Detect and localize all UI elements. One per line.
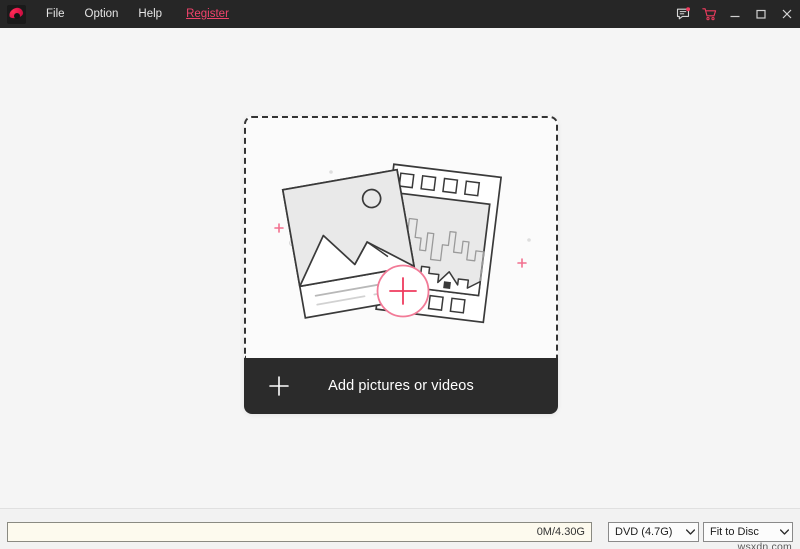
titlebar: File Option Help Register [0,0,800,28]
photo-and-filmstrip-illustration [246,118,558,358]
window-controls [670,0,800,28]
add-pictures-or-videos-button[interactable]: Add pictures or videos [244,358,558,414]
disc-type-value: DVD (4.7G) [609,526,682,538]
minimize-button[interactable] [722,0,748,28]
plus-icon [256,375,302,397]
add-circle-plus-icon [378,266,429,317]
media-dropzone[interactable] [244,116,558,358]
menu-item-help[interactable]: Help [128,0,172,28]
shopping-cart-icon[interactable] [696,0,722,28]
disc-type-select[interactable]: DVD (4.7G) [608,522,699,542]
capacity-value-label: 0M/4.30G [537,526,591,538]
statusbar: 0M/4.30G DVD (4.7G) Fit to Disc wsxdn.co… [0,508,800,549]
workspace: Add pictures or videos [0,28,800,508]
chevron-down-icon [776,529,792,535]
menu-item-option[interactable]: Option [75,0,129,28]
maximize-button[interactable] [748,0,774,28]
feedback-message-icon[interactable] [670,0,696,28]
watermark-text: wsxdn.com [738,541,792,549]
fit-mode-select[interactable]: Fit to Disc [703,522,793,542]
chevron-down-icon [682,529,698,535]
add-button-label: Add pictures or videos [302,378,500,394]
add-media-card: Add pictures or videos [244,116,558,414]
capacity-progress-bar: 0M/4.30G [7,522,592,542]
register-link[interactable]: Register [186,0,229,28]
menu-item-file[interactable]: File [36,0,75,28]
close-button[interactable] [774,0,800,28]
fit-mode-value: Fit to Disc [704,526,776,538]
app-logo-icon [7,5,26,24]
